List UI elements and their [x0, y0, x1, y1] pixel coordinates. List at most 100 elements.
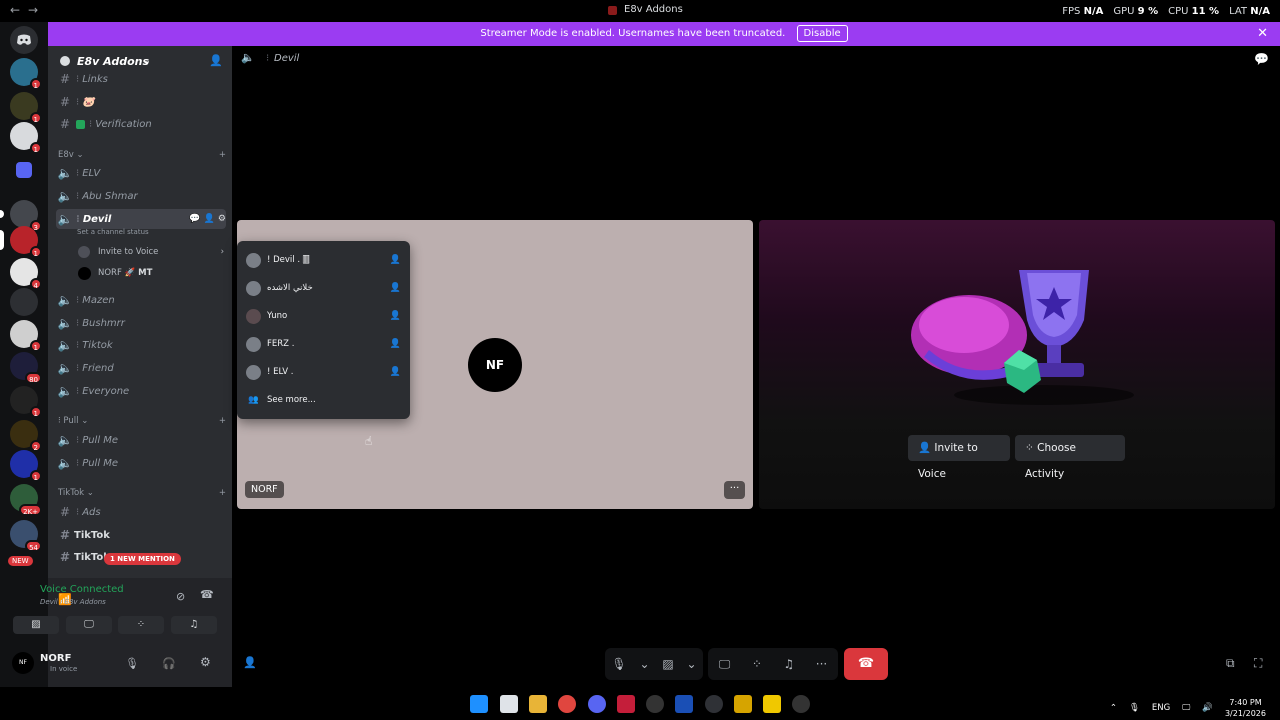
camera-off-button[interactable]: ▨: [13, 616, 59, 634]
microphone-icon[interactable]: 🎙: [611, 657, 626, 671]
chevron-down-icon[interactable]: ⌄: [686, 657, 696, 671]
app-icon[interactable]: [763, 695, 781, 713]
voice-channel-everyone[interactable]: 🔈 ⁝ Everyone: [56, 381, 226, 401]
server-icon[interactable]: 1: [0, 226, 42, 258]
activities-button[interactable]: ⁘: [118, 616, 164, 634]
microphone-icon[interactable]: 🎙: [125, 657, 139, 670]
voice-channel-pull-me[interactable]: 🔈 ⁝ Pull Me: [56, 453, 226, 473]
voice-user-norf[interactable]: NORF 🚀 MT: [78, 265, 224, 281]
app-icon[interactable]: [792, 695, 810, 713]
chrome-icon[interactable]: [558, 695, 576, 713]
screen-share-button[interactable]: 🖵: [66, 616, 112, 634]
server-icon[interactable]: 80: [10, 352, 42, 384]
folder-icon[interactable]: [529, 695, 547, 713]
discord-home-icon[interactable]: [10, 26, 38, 54]
start-icon[interactable]: [470, 695, 488, 713]
voice-channel-elv[interactable]: 🔈 ⁝ ELV: [56, 163, 226, 183]
server-icon[interactable]: [10, 288, 38, 316]
fullscreen-icon[interactable]: ⛶: [1254, 656, 1262, 671]
voice-channel-abu-shmar[interactable]: 🔈 ⁝ Abu Shmar: [56, 186, 226, 206]
avatar[interactable]: NF: [12, 652, 34, 674]
channel-links[interactable]: # ⁝ Links: [56, 69, 226, 89]
screen-share-icon[interactable]: 🖵: [719, 657, 731, 672]
server-icon[interactable]: 1: [10, 122, 42, 154]
soundboard-button[interactable]: ♫: [171, 616, 217, 634]
see-more-link[interactable]: 👥 See more...: [246, 390, 401, 410]
voice-channel-pull-me[interactable]: 🔈 ⁝ Pull Me: [56, 430, 226, 450]
app-icon[interactable]: [617, 695, 635, 713]
add-channel-icon[interactable]: +: [219, 416, 226, 426]
category-tiktok[interactable]: TikTok ⌄ +: [58, 488, 226, 498]
server-icon[interactable]: 1: [10, 450, 42, 482]
chat-icon[interactable]: 💬: [1254, 52, 1269, 66]
add-user-icon[interactable]: 👤: [390, 311, 401, 321]
invite-to-voice-row[interactable]: Invite to Voice ›: [78, 244, 224, 260]
user-name[interactable]: NORF: [40, 653, 71, 664]
soundboard-icon[interactable]: ♫: [783, 657, 794, 671]
server-icon[interactable]: 2: [10, 420, 42, 452]
headphones-icon[interactable]: 🎧: [162, 657, 176, 670]
choose-activity-button[interactable]: ⁘ Choose Activity: [1015, 435, 1125, 480]
back-icon[interactable]: ←: [10, 3, 20, 17]
list-item[interactable]: FERZ . 👤: [246, 334, 401, 354]
disconnect-icon[interactable]: ☎: [200, 588, 214, 601]
add-user-icon[interactable]: 👤: [390, 255, 401, 265]
microphone-icon[interactable]: 🎙: [1129, 703, 1140, 713]
voice-channel-mazen[interactable]: 🔈 ⁝ Mazen: [56, 290, 226, 310]
list-item[interactable]: خلاني الاشده 👤: [246, 278, 401, 298]
server-folder-icon[interactable]: 2K+: [10, 484, 42, 516]
new-unreads-badge[interactable]: NEW: [8, 556, 33, 566]
folder-icon[interactable]: [16, 162, 32, 178]
language-indicator[interactable]: ENG: [1152, 703, 1170, 713]
more-options-button[interactable]: ···: [724, 481, 745, 499]
chevron-up-icon[interactable]: ⌃: [1110, 703, 1117, 713]
clock[interactable]: 7:40 PM 3/21/2026: [1225, 697, 1266, 719]
server-icon[interactable]: 54: [10, 520, 42, 552]
app-icon[interactable]: [705, 695, 723, 713]
list-item[interactable]: ! Devil . 🀫 👤: [246, 250, 401, 270]
add-member-icon[interactable]: 👤: [209, 54, 223, 67]
list-item[interactable]: Yuno 👤: [246, 306, 401, 326]
category-e8v[interactable]: E8v ⌄ +: [58, 150, 226, 160]
add-channel-icon[interactable]: +: [219, 150, 226, 160]
add-channel-icon[interactable]: +: [219, 488, 226, 498]
voice-channel-tiktok[interactable]: 🔈 ⁝ Tiktok: [56, 335, 226, 355]
discord-icon[interactable]: [588, 695, 606, 713]
channel-ads[interactable]: # ⁝ Ads: [56, 502, 226, 522]
activities-icon[interactable]: ⁘: [752, 657, 762, 671]
server-icon[interactable]: 1: [10, 92, 42, 124]
new-mention-pill[interactable]: 1 NEW MENTION: [104, 553, 181, 565]
voice-channel-friend[interactable]: 🔈 ⁝ Friend: [56, 358, 226, 378]
noise-suppression-icon[interactable]: ⊘: [176, 590, 185, 603]
disable-button[interactable]: Disable: [796, 24, 848, 42]
server-icon[interactable]: 3: [0, 200, 42, 232]
chevron-down-icon[interactable]: ⌄: [639, 657, 649, 671]
volume-icon[interactable]: 🔊: [1202, 703, 1213, 713]
close-icon[interactable]: ✕: [1257, 22, 1268, 46]
channel-emoji[interactable]: # ⁝ 🐷: [56, 92, 226, 112]
network-icon[interactable]: 🖵: [1182, 703, 1190, 713]
voice-channel-devil[interactable]: 🔈 ⁝ Devil 💬 👤 ⚙: [56, 209, 226, 229]
camera-off-icon[interactable]: ▨: [662, 657, 673, 671]
voice-status[interactable]: Voice Connected: [40, 584, 124, 595]
server-icon[interactable]: 1: [10, 58, 42, 90]
add-user-icon[interactable]: 👤: [390, 367, 401, 377]
more-icon[interactable]: ···: [816, 657, 827, 671]
channel-actions[interactable]: 💬 👤 ⚙: [189, 214, 226, 224]
channel-tiktok[interactable]: # TikTok: [56, 525, 226, 545]
forward-icon[interactable]: →: [28, 3, 38, 17]
invite-to-voice-button[interactable]: 👤 Invite to Voice: [908, 435, 1010, 480]
channel-verification[interactable]: # ⁝ Verification: [56, 114, 226, 134]
voice-location[interactable]: Devil / E8v Addons: [40, 598, 106, 606]
steam-icon[interactable]: [646, 695, 664, 713]
add-user-icon[interactable]: 👤: [390, 339, 401, 349]
popout-icon[interactable]: ⧉: [1226, 656, 1235, 671]
add-user-icon[interactable]: 👤: [390, 283, 401, 293]
list-item[interactable]: ! ELV . 👤: [246, 362, 401, 382]
server-icon[interactable]: 1: [10, 320, 42, 352]
app-icon[interactable]: [675, 695, 693, 713]
invite-icon[interactable]: 👤: [243, 656, 257, 669]
set-channel-status[interactable]: Set a channel status: [77, 228, 149, 236]
voice-channel-bushmrr[interactable]: 🔈 ⁝ Bushmrr: [56, 313, 226, 333]
leave-call-button[interactable]: ☎: [844, 648, 888, 680]
